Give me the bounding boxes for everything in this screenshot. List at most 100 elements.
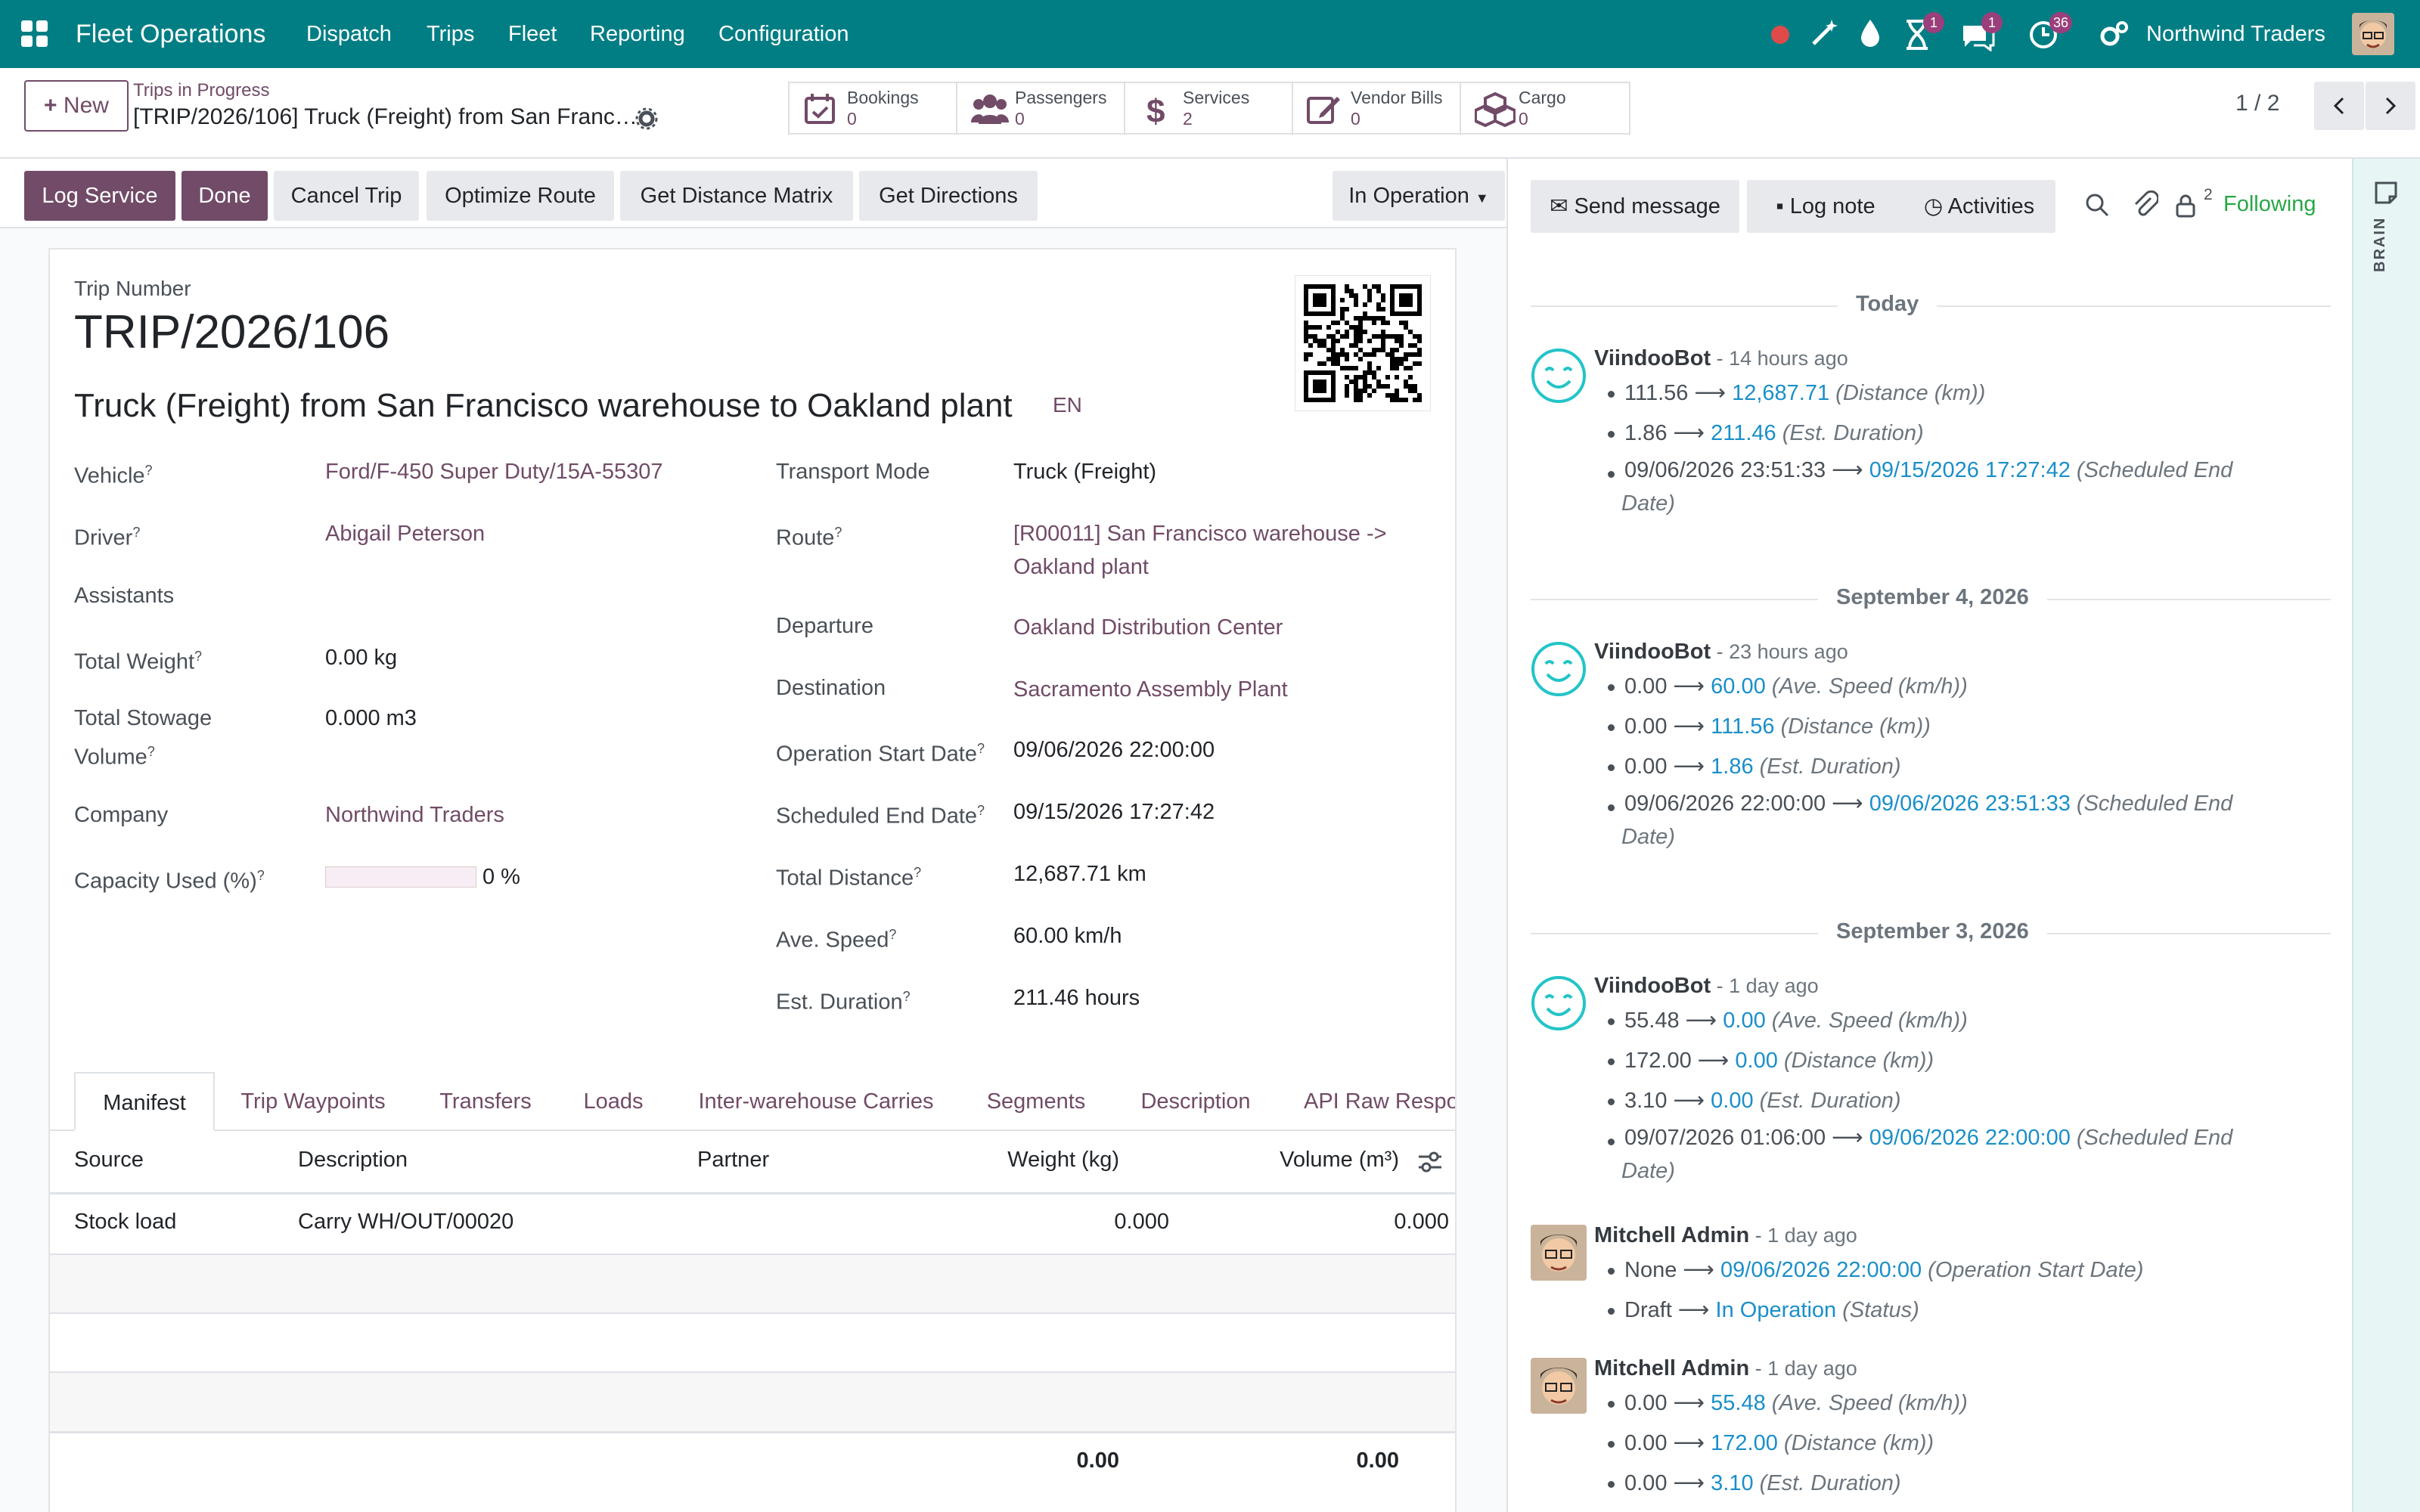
tab-loads[interactable]: Loads (569, 1072, 658, 1131)
done-button[interactable]: Done (182, 171, 268, 221)
breadcrumb-current: [TRIP/2026/106] Truck (Freight) from San… (133, 104, 638, 129)
sticky-note-icon[interactable] (2373, 180, 2399, 206)
trip-number: TRIP/2026/106 (74, 306, 390, 358)
stowage-field: 0.000 m3 (325, 706, 417, 730)
search-icon[interactable] (2084, 192, 2110, 218)
table-row[interactable]: Stock load Carry WH/OUT/00020 0.000 0.00… (50, 1196, 1455, 1255)
tracking-change: 0.00 ⟶ 55.48 (Ave. Speed (km/h)) (1594, 1383, 2396, 1424)
drop-icon[interactable] (1859, 18, 1882, 48)
log-service-button[interactable]: Log Service (24, 171, 175, 221)
get-distance-matrix-button[interactable]: Get Distance Matrix (620, 171, 853, 221)
message-author[interactable]: ViindooBot - 1 day ago (1594, 971, 2396, 1001)
total-weight: 0.00 (1076, 1448, 1119, 1473)
smart-button-bookings[interactable]: Bookings 0 (788, 82, 957, 135)
language-button[interactable]: EN (1053, 393, 1082, 417)
total-distance-label: Total Distance? (776, 865, 922, 891)
departure-field[interactable]: Oakland Distribution Center (1013, 611, 1283, 644)
destination-label: Destination (776, 676, 886, 700)
menu-configuration[interactable]: Configuration (718, 0, 849, 68)
cubes-icon (1475, 92, 1516, 127)
cell-description: Carry WH/OUT/00020 (298, 1210, 514, 1234)
send-message-button[interactable]: ✉ Send message (1531, 180, 1739, 233)
message-author[interactable]: Mitchell Admin - 1 day ago (1594, 1353, 2396, 1383)
sched-end-field[interactable]: 09/15/2026 17:27:42 (1013, 795, 1215, 829)
col-partner[interactable]: Partner (697, 1148, 769, 1173)
followers-lock-icon[interactable] (2175, 194, 2196, 218)
message-author[interactable]: ViindooBot - 23 hours ago (1594, 637, 2396, 667)
company-field[interactable]: Northwind Traders (325, 798, 504, 832)
optimize-route-button[interactable]: Optimize Route (427, 171, 614, 221)
status-dropdown[interactable]: In Operation ▼ (1333, 171, 1505, 221)
arrow-right-icon: ⟶ (1673, 674, 1711, 699)
settings-gears-icon[interactable] (2099, 20, 2130, 48)
app-name[interactable]: Fleet Operations (76, 0, 265, 68)
menu-fleet[interactable]: Fleet (508, 0, 557, 68)
sched-end-label: Scheduled End Date? (776, 803, 985, 829)
menu-reporting[interactable]: Reporting (590, 0, 685, 68)
optional-columns-icon[interactable] (1417, 1151, 1443, 1173)
driver-field[interactable]: Abigail Peterson (325, 517, 485, 550)
smart-button-vendor-bills[interactable]: Vendor Bills 0 (1292, 82, 1461, 135)
tab-trip-waypoints[interactable]: Trip Waypoints (224, 1072, 402, 1131)
col-description[interactable]: Description (298, 1148, 408, 1173)
messages-badge: 1 (1981, 12, 2003, 33)
smart-button-services[interactable]: $ Services 2 (1124, 82, 1293, 135)
following-button[interactable]: Following (2223, 192, 2316, 217)
paperclip-icon[interactable] (2133, 191, 2158, 218)
menu-trips[interactable]: Trips (427, 0, 474, 68)
chatter-message: ViindooBot - 1 day ago 55.48 ⟶ 0.00 (Ave.… (1594, 971, 2396, 1188)
tab-api-raw-response[interactable]: API Raw Respo (1304, 1072, 1455, 1129)
pager-next-button[interactable] (2366, 82, 2415, 130)
stowage-label: Total Stowage Volume? (74, 706, 213, 770)
transport-mode-field[interactable]: Truck (Freight) (1013, 455, 1156, 488)
chatter-message: Mitchell Admin - 1 day ago None ⟶ 09/06/2… (1594, 1220, 2396, 1331)
log-note-button[interactable]: ▪ Log note (1747, 180, 1904, 233)
menu-dispatch[interactable]: Dispatch (306, 0, 392, 68)
route-label: Route? (776, 525, 842, 550)
user-avatar[interactable] (2352, 13, 2394, 55)
followers-count[interactable]: 2 (2204, 186, 2213, 204)
record-dot-icon[interactable] (1770, 24, 1791, 45)
vehicle-field[interactable]: Ford/F-450 Super Duty/15A-55307 (325, 455, 663, 488)
record-gear-icon[interactable] (635, 107, 658, 130)
arrow-right-icon: ⟶ (1685, 1009, 1723, 1033)
brain-panel-label[interactable]: BRAIN (2372, 217, 2389, 272)
col-weight[interactable]: Weight (kg) (870, 1148, 1119, 1173)
empty-row (50, 1255, 1455, 1314)
company-switcher[interactable]: Northwind Traders (2146, 0, 2325, 68)
arrow-right-icon: ⟶ (1697, 1049, 1736, 1073)
pager-previous-button[interactable] (2314, 82, 2364, 130)
op-start-field[interactable]: 09/06/2026 22:00:00 (1013, 733, 1215, 767)
new-button[interactable]: + New (24, 80, 129, 132)
magic-wand-icon[interactable] (1809, 18, 1839, 48)
tab-inter-warehouse-carries[interactable]: Inter-warehouse Carries (684, 1072, 948, 1131)
apps-grid-icon[interactable] (21, 20, 48, 48)
smart-button-passengers[interactable]: Passengers 0 (956, 82, 1125, 135)
get-directions-button[interactable]: Get Directions (859, 171, 1038, 221)
activity-timer-icon[interactable]: 1 (1902, 12, 1944, 53)
tab-manifest[interactable]: Manifest (74, 1072, 215, 1131)
cell-volume: 0.000 (1394, 1210, 1449, 1234)
breadcrumb-parent[interactable]: Trips in Progress (133, 80, 270, 101)
tab-transfers[interactable]: Transfers (424, 1072, 548, 1131)
activities-button[interactable]: ◷ Activities (1903, 180, 2055, 233)
route-field[interactable]: [R00011] San Francisco warehouse -> Oakla… (1013, 517, 1387, 584)
est-duration-label: Est. Duration? (776, 989, 911, 1015)
message-author[interactable]: Mitchell Admin - 1 day ago (1594, 1220, 2396, 1250)
message-author[interactable]: ViindooBot - 14 hours ago (1594, 343, 2396, 373)
col-source[interactable]: Source (74, 1148, 144, 1173)
col-volume[interactable]: Volume (m³) (1150, 1148, 1399, 1173)
tab-segments[interactable]: Segments (970, 1072, 1103, 1131)
trip-name[interactable]: Truck (Freight) from San Francisco wareh… (74, 387, 1013, 425)
destination-field[interactable]: Sacramento Assembly Plant (1013, 673, 1288, 706)
smart-button-cargo[interactable]: Cargo 0 (1460, 82, 1630, 135)
side-panel-strip (2352, 159, 2420, 1512)
messages-icon[interactable]: 1 (1960, 12, 2003, 53)
tab-description[interactable]: Description (1127, 1072, 1264, 1131)
pager-value[interactable]: 1 / 2 (2235, 91, 2279, 116)
assistants-field[interactable] (325, 579, 718, 612)
empty-row (50, 1314, 1455, 1373)
vehicle-label: Vehicle? (74, 463, 153, 488)
clock-icon[interactable]: 36 (2028, 12, 2073, 53)
cancel-trip-button[interactable]: Cancel Trip (274, 171, 419, 221)
